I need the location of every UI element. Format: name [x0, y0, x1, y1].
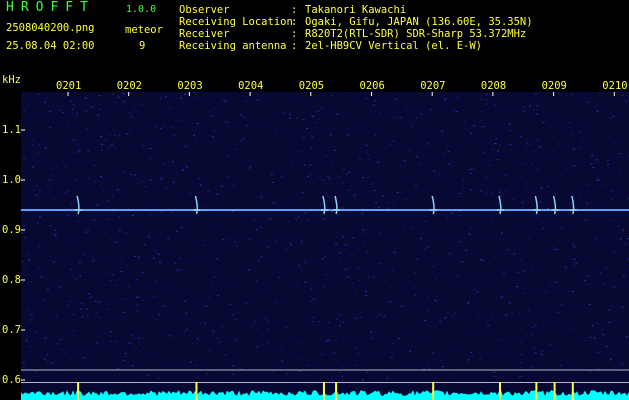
antenna-colon: :: [291, 40, 298, 52]
location-value: Ogaki, Gifu, JAPAN (136.60E, 35.35N): [305, 16, 533, 28]
recording-datetime: 25.08.04 02:00: [6, 40, 95, 52]
x-tick-label: 0207: [420, 80, 446, 92]
noise-floor: [21, 390, 629, 400]
observer-colon: :: [291, 4, 298, 16]
antenna-label: Receiving antenna: [179, 40, 287, 52]
meteor-spike: [77, 382, 80, 400]
y-tick-label: 1.1: [2, 124, 21, 136]
y-tick-label: 0.7: [2, 324, 21, 336]
meteor-echo: [320, 195, 328, 215]
meteor-count: 9: [139, 40, 146, 52]
receiver-colon: :: [291, 28, 298, 40]
observer-label: Observer: [179, 4, 230, 16]
y-axis-unit-label: kHz: [2, 74, 21, 86]
x-tick-label: 0203: [177, 80, 203, 92]
x-tick-label: 0208: [480, 80, 507, 92]
x-tick-label: 0201: [56, 80, 82, 92]
x-tick-label: 0205: [298, 80, 325, 92]
meteor-echo: [569, 195, 577, 215]
meteor-echo: [533, 195, 541, 215]
meteor-echo: [551, 195, 559, 215]
x-tick-label: 0206: [359, 80, 385, 92]
meteor-spike: [571, 382, 574, 400]
meteor-spike: [498, 382, 501, 400]
meteor-spike: [195, 382, 198, 400]
meteor-label: meteor: [125, 24, 163, 36]
spectrogram-svg: [21, 92, 629, 400]
location-label: Receiving Location: [179, 16, 293, 28]
x-tick-label: 0209: [541, 80, 567, 92]
meteor-spike: [535, 382, 538, 400]
app-title: HROFFT: [6, 0, 95, 15]
meteor-spike: [322, 382, 325, 400]
meteor-spike: [432, 382, 435, 400]
y-tick-label: 0.8: [2, 274, 21, 286]
y-tick-label: 0.6: [2, 374, 21, 386]
location-colon: :: [291, 16, 298, 28]
meteor-spike: [553, 382, 556, 400]
receiver-value: R820T2(RTL-SDR) SDR-Sharp 53.372MHz: [305, 28, 527, 40]
x-tick-label: 0204: [238, 80, 264, 92]
receiver-label: Receiver: [179, 28, 230, 40]
app-version: 1.0.0: [126, 4, 157, 15]
spectrogram-plot: [21, 92, 629, 400]
y-tick-label: 0.9: [2, 224, 21, 236]
observer-value: Takanori Kawachi: [305, 4, 407, 16]
y-tick-label: 1.0: [2, 174, 21, 186]
meteor-echo: [75, 195, 83, 215]
meteor-echo: [193, 195, 201, 215]
x-tick-label: 0210: [602, 80, 628, 92]
file-name: 2508040200.png: [6, 22, 95, 34]
antenna-value: 2el-HB9CV Vertical (el. E-W): [305, 40, 483, 52]
x-tick-label: 0202: [116, 80, 142, 92]
noise-texture: [21, 92, 629, 381]
meteor-spike: [335, 382, 338, 400]
meteor-echo: [430, 195, 438, 215]
